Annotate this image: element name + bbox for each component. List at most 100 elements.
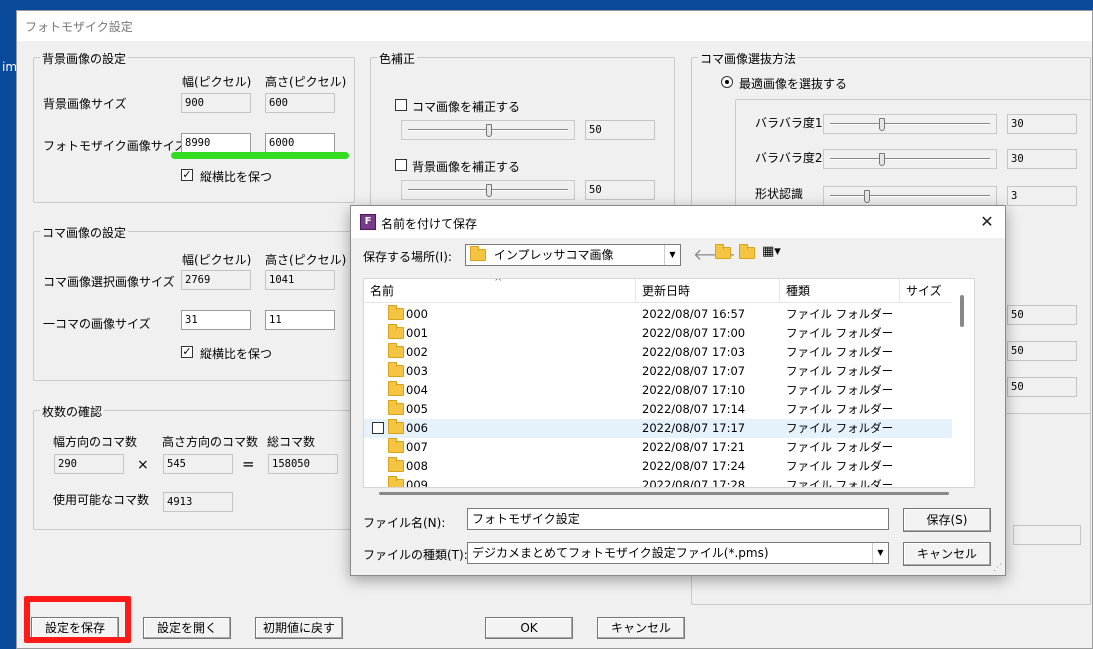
row-date: 2022/08/07 16:57 [642, 307, 746, 321]
cancel-button[interactable]: キャンセル [597, 617, 685, 639]
new-folder-icon[interactable] [739, 244, 755, 260]
color-correction-legend: 色補正 [377, 50, 418, 67]
reset-button[interactable]: 初期値に戻す [255, 617, 343, 639]
h-count-label: 高さ方向のコマ数 [162, 435, 259, 449]
ok-button[interactable]: OK [485, 617, 573, 639]
row-type: ファイル フォルダー [786, 307, 894, 321]
row-name: 002 [406, 345, 428, 359]
koma-select-height-field: 1041 [265, 270, 335, 290]
bara1-slider[interactable] [823, 114, 997, 134]
bara1-value: 30 [1007, 114, 1077, 134]
row-name: 003 [406, 364, 428, 378]
list-item[interactable]: 005 2022/08/07 17:14 ファイル フォルダー [364, 400, 974, 419]
list-item[interactable]: 008 2022/08/07 17:24 ファイル フォルダー [364, 457, 974, 476]
row-date: 2022/08/07 17:24 [642, 459, 746, 473]
list-header: 名前 更新日時 種類 サイズ ^ [364, 279, 974, 303]
row-name-cell: 001 [388, 324, 428, 343]
folder-icon [470, 246, 486, 261]
location-combo[interactable]: インプレッサコマ画像 ▼ [465, 244, 681, 266]
list-item[interactable]: 001 2022/08/07 17:00 ファイル フォルダー [364, 324, 974, 343]
row-type: ファイル フォルダー [786, 383, 894, 397]
list-item[interactable]: 006 2022/08/07 17:17 ファイル フォルダー [364, 419, 974, 438]
row-name-cell: 007 [388, 438, 428, 457]
row-name-cell: 009 [388, 476, 428, 488]
col-date[interactable]: 更新日時 [636, 279, 780, 303]
bara1-slider-thumb[interactable] [879, 118, 885, 131]
bara2-slider-thumb[interactable] [879, 153, 885, 166]
bg-correct-slider[interactable] [401, 180, 575, 200]
row-name-cell: 005 [388, 400, 428, 419]
row-type: ファイル フォルダー [786, 478, 894, 488]
up-folder-icon[interactable] [715, 244, 731, 260]
chevron-down-icon[interactable]: ▼ [664, 245, 680, 265]
mosaic-width-input[interactable]: 8990 [181, 133, 251, 153]
location-label: 保存する場所(I): [363, 250, 452, 264]
filetype-label: ファイルの種類(T): [363, 548, 468, 562]
resize-grip-icon[interactable]: ⋰ [993, 563, 1003, 573]
row-name-cell: 004 [388, 381, 428, 400]
row-name: 008 [406, 459, 428, 473]
chevron-down-icon[interactable]: ▼ [872, 543, 888, 563]
row-date: 2022/08/07 17:10 [642, 383, 746, 397]
shape-label: 形状認識 [755, 187, 804, 201]
koma-keep-ratio-checkbox[interactable]: ✓ [181, 346, 193, 358]
shape-value: 3 [1007, 186, 1077, 206]
mosaic-size-label: フォトモザイク画像サイズ [43, 139, 187, 153]
bg-keep-ratio-checkbox[interactable]: ✓ [181, 169, 193, 181]
koma-height-header: 高さ(ピクセル) [265, 253, 347, 267]
filename-input[interactable]: フォトモザイク設定 [467, 508, 889, 530]
folder-icon [388, 476, 404, 487]
list-item[interactable]: 007 2022/08/07 17:21 ファイル フォルダー [364, 438, 974, 457]
bara2-slider[interactable] [823, 149, 997, 169]
row-date: 2022/08/07 17:07 [642, 364, 746, 378]
koma-correct-slider-thumb[interactable] [486, 124, 492, 137]
row-type: ファイル フォルダー [786, 364, 894, 378]
list-item[interactable]: 000 2022/08/07 16:57 ファイル フォルダー [364, 305, 974, 324]
row-type: ファイル フォルダー [786, 459, 894, 473]
koma-one-height-input[interactable]: 11 [265, 310, 335, 330]
bg-size-label: 背景画像サイズ [43, 97, 127, 111]
shape-slider-thumb[interactable] [864, 190, 870, 203]
koma-correct-checkbox[interactable] [395, 99, 407, 111]
view-menu-icon[interactable]: ▦▾ [762, 244, 781, 259]
open-settings-button[interactable]: 設定を開く [143, 617, 231, 639]
close-icon[interactable]: ✕ [975, 210, 999, 234]
file-list: 名前 更新日時 種類 サイズ ^ 000 2022/08/07 16:57 ファイル… [363, 278, 975, 488]
list-item[interactable]: 004 2022/08/07 17:10 ファイル フォルダー [364, 381, 974, 400]
bg-keep-ratio-label: 縦横比を保つ [200, 170, 273, 184]
optimal-select-radio[interactable] [721, 76, 733, 88]
total-count-label: 総コマ数 [267, 435, 316, 449]
mosaic-height-input[interactable]: 6000 [265, 133, 335, 153]
bg-correct-slider-thumb[interactable] [486, 184, 492, 197]
row-name: 007 [406, 440, 428, 454]
list-item[interactable]: 002 2022/08/07 17:03 ファイル フォルダー [364, 343, 974, 362]
koma-correct-slider[interactable] [401, 120, 575, 140]
lower-right-field [1013, 525, 1081, 545]
list-vertical-scrollbar[interactable] [952, 279, 974, 487]
koma-one-width-input[interactable]: 31 [181, 310, 251, 330]
folder-icon [388, 419, 404, 434]
koma-keep-ratio-label: 縦横比を保つ [200, 347, 273, 361]
sort-up-icon: ^ [494, 278, 503, 288]
row-name: 009 [406, 478, 428, 488]
koma-select-width-field: 2769 [181, 270, 251, 290]
list-item[interactable]: 009 2022/08/07 17:28 ファイル フォルダー [364, 476, 974, 488]
folder-icon [388, 324, 404, 339]
col-type[interactable]: 種類 [780, 279, 900, 303]
dialog-titlebar: F 名前を付けて保存 ✕ [351, 206, 1005, 238]
folder-icon [388, 305, 404, 320]
save-as-dialog: F 名前を付けて保存 ✕ 保存する場所(I): インプレッサコマ画像 ▼ 🡐 ▦… [350, 205, 1006, 576]
param-value-3: 50 [1007, 377, 1077, 397]
row-name: 000 [406, 307, 428, 321]
list-horizontal-scrollbar[interactable] [379, 492, 949, 495]
dialog-title: 名前を付けて保存 [381, 217, 478, 231]
list-item[interactable]: 003 2022/08/07 17:07 ファイル フォルダー [364, 362, 974, 381]
filetype-combo[interactable]: デジカメまとめてフォトモザイク設定ファイル(*.pms) ▼ [467, 542, 889, 564]
dialog-cancel-button[interactable]: キャンセル [903, 542, 991, 566]
row-checkbox[interactable] [372, 422, 384, 434]
bg-correct-checkbox[interactable] [395, 159, 407, 171]
times-sign: × [137, 457, 149, 473]
dialog-save-button[interactable]: 保存(S) [903, 508, 991, 532]
shape-slider[interactable] [823, 186, 997, 206]
row-date: 2022/08/07 17:00 [642, 326, 746, 340]
